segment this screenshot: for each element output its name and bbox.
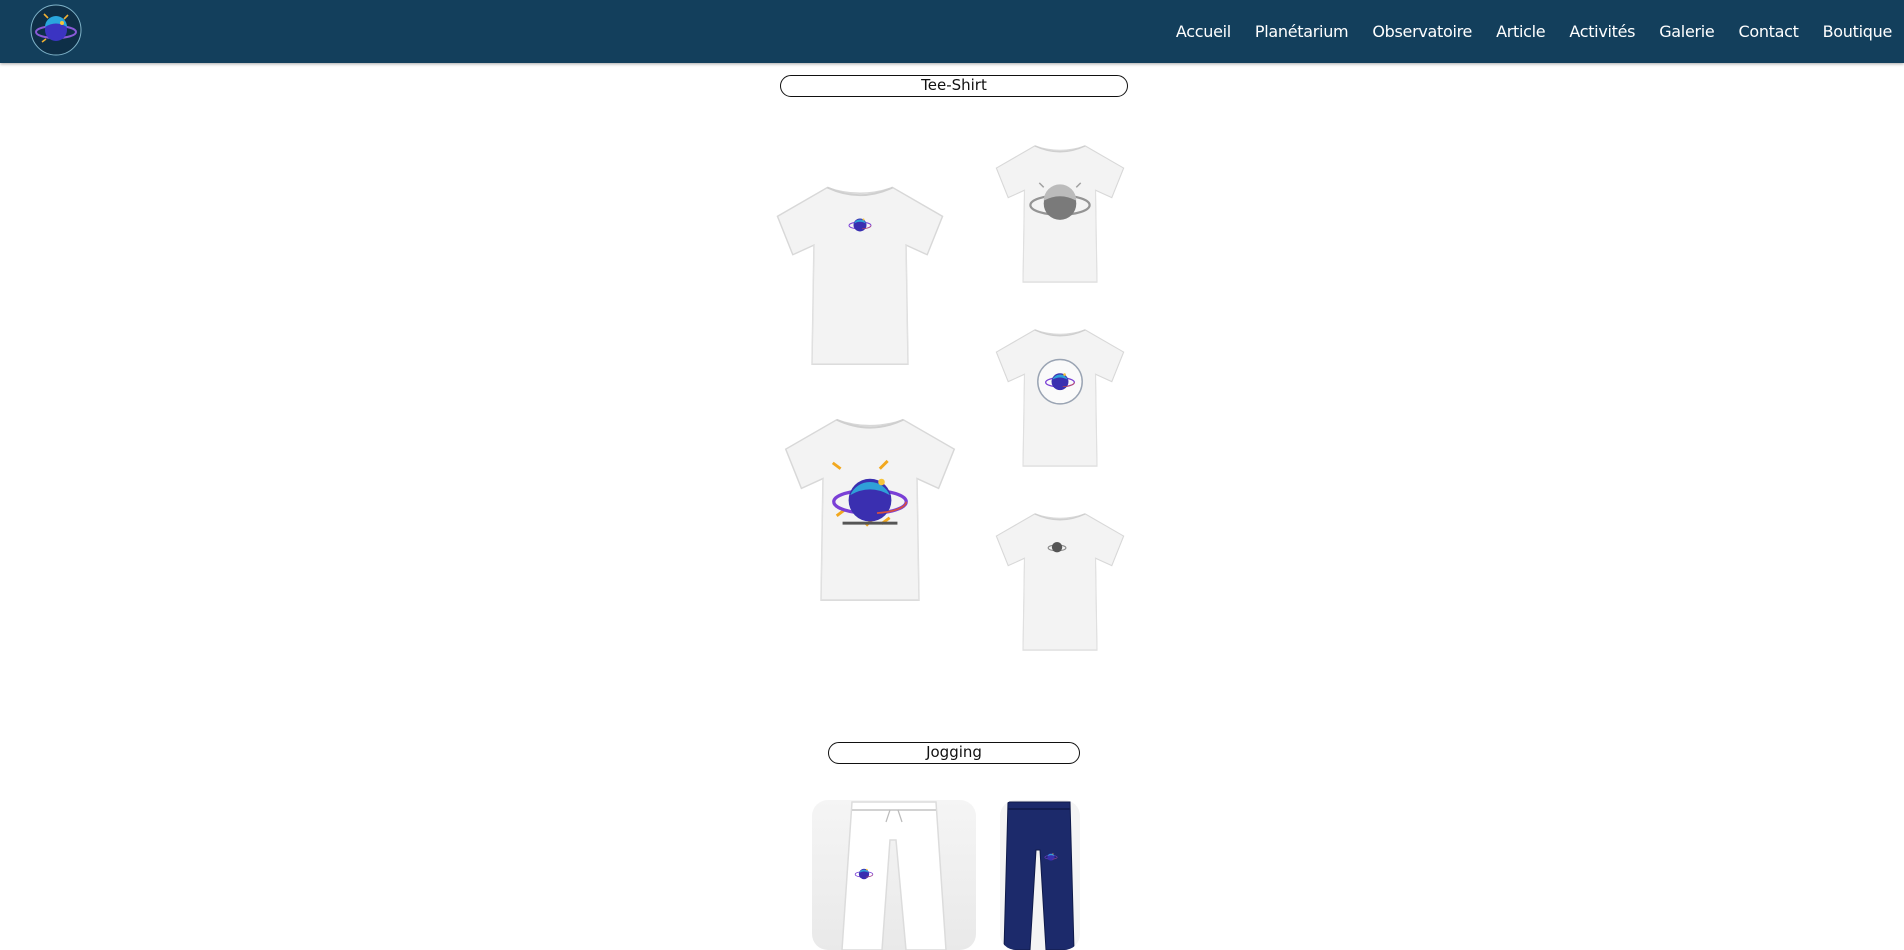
nav-boutique[interactable]: Boutique xyxy=(1823,22,1893,41)
nav-article[interactable]: Article xyxy=(1496,22,1546,41)
nav-planetarium[interactable]: Planétarium xyxy=(1255,22,1349,41)
top-navbar: Accueil Planétarium Observatoire Article… xyxy=(0,0,1904,63)
tshirt-mini-grey-logo-icon[interactable] xyxy=(986,504,1134,654)
tshirt-grey-planet-icon[interactable] xyxy=(986,136,1134,286)
tshirt-small-logo-icon[interactable] xyxy=(764,172,956,372)
nav-galerie[interactable]: Galerie xyxy=(1659,22,1715,41)
nav-activites[interactable]: Activités xyxy=(1569,22,1635,41)
navy-jogging-pants-icon[interactable] xyxy=(1000,800,1080,950)
nav-menu: Accueil Planétarium Observatoire Article… xyxy=(1176,0,1904,63)
nav-observatoire[interactable]: Observatoire xyxy=(1372,22,1472,41)
tshirt-circle-logo-icon[interactable] xyxy=(986,320,1134,470)
white-jogging-pants-icon[interactable] xyxy=(812,800,976,950)
nav-accueil[interactable]: Accueil xyxy=(1176,22,1231,41)
site-logo-icon[interactable] xyxy=(30,4,82,56)
section-title-teeshirt: Tee-Shirt xyxy=(780,75,1128,97)
tshirt-large-logo-icon[interactable] xyxy=(772,406,968,606)
nav-contact[interactable]: Contact xyxy=(1738,22,1798,41)
section-title-jogging: Jogging xyxy=(828,742,1080,764)
